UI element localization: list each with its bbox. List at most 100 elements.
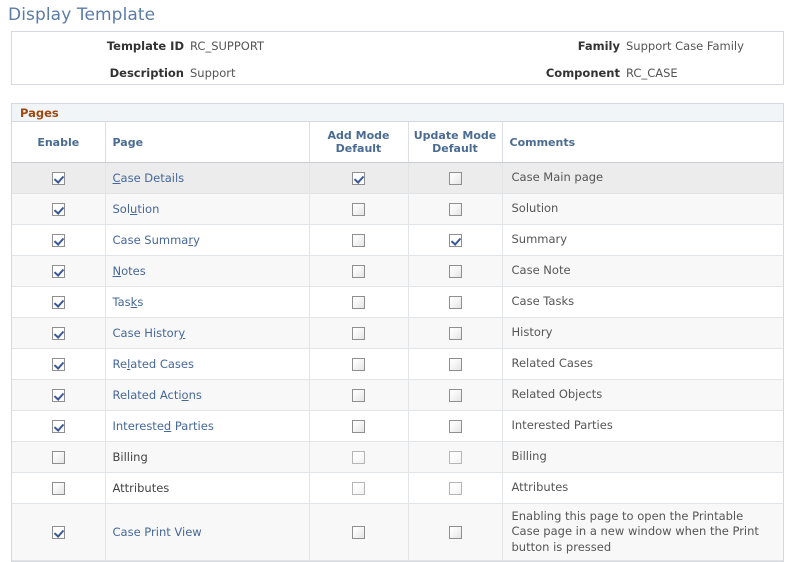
comment-text: Summary — [504, 228, 783, 251]
cell-update-mode-default — [408, 411, 502, 442]
template-id-value: RC_SUPPORT — [190, 32, 480, 59]
enable-checkbox[interactable] — [52, 420, 65, 433]
cell-add-mode-default — [309, 287, 408, 318]
cell-comment: Enabling this page to open the Printable… — [502, 504, 783, 561]
cell-comment: Solution — [502, 194, 783, 225]
cell-enable — [12, 411, 105, 442]
cell-update-mode-default — [408, 256, 502, 287]
update-mode-default-checkbox[interactable] — [449, 265, 462, 278]
page-link[interactable]: Related Actions — [113, 388, 202, 402]
add-mode-default-checkbox[interactable] — [352, 234, 365, 247]
cell-update-mode-default — [408, 163, 502, 194]
enable-checkbox[interactable] — [52, 451, 65, 464]
cell-add-mode-default — [309, 380, 408, 411]
comment-text: Billing — [504, 445, 783, 468]
update-mode-default-checkbox[interactable] — [449, 296, 462, 309]
table-row: NotesCase Note — [12, 256, 783, 287]
enable-checkbox[interactable] — [52, 296, 65, 309]
page-label: Attributes — [113, 481, 170, 495]
cell-page: Notes — [105, 256, 309, 287]
page-link[interactable]: Case Summary — [113, 233, 200, 247]
page-link[interactable]: Case Print View — [113, 525, 202, 539]
add-mode-default-checkbox[interactable] — [352, 526, 365, 539]
cell-comment: Summary — [502, 225, 783, 256]
cell-add-mode-default — [309, 349, 408, 380]
cell-update-mode-default — [408, 194, 502, 225]
column-header-comments: Comments — [502, 122, 783, 163]
info-row-2: Description Support Component RC_CASE — [12, 59, 783, 86]
cell-enable — [12, 473, 105, 504]
cell-update-mode-default — [408, 225, 502, 256]
enable-checkbox[interactable] — [52, 482, 65, 495]
enable-checkbox[interactable] — [52, 358, 65, 371]
template-info-panel: Template ID RC_SUPPORT Family Support Ca… — [11, 31, 784, 85]
enable-checkbox[interactable] — [52, 389, 65, 402]
page-link[interactable]: Case History — [113, 326, 186, 340]
page-link[interactable]: Case Details — [113, 171, 185, 185]
enable-checkbox[interactable] — [52, 526, 65, 539]
cell-add-mode-default — [309, 442, 408, 473]
comment-text: Related Cases — [504, 352, 783, 375]
table-row: Case Summary Summary — [12, 225, 783, 256]
add-mode-default-checkbox[interactable] — [352, 203, 365, 216]
cell-add-mode-default — [309, 473, 408, 504]
update-mode-default-checkbox[interactable] — [449, 389, 462, 402]
comment-text: Case Tasks — [504, 290, 783, 313]
add-mode-default-checkbox[interactable] — [352, 327, 365, 340]
table-row: Tasks Case Tasks — [12, 287, 783, 318]
update-mode-default-checkbox[interactable] — [449, 420, 462, 433]
comment-text: Related Objects — [504, 383, 783, 406]
info-row-1: Template ID RC_SUPPORT Family Support Ca… — [12, 32, 783, 59]
add-mode-default-checkbox[interactable] — [352, 389, 365, 402]
cell-page: Tasks — [105, 287, 309, 318]
add-mode-line2: Default — [336, 142, 382, 155]
update-mode-default-checkbox[interactable] — [449, 358, 462, 371]
add-mode-default-checkbox[interactable] — [352, 172, 365, 185]
update-mode-default-checkbox[interactable] — [449, 203, 462, 216]
enable-checkbox[interactable] — [52, 265, 65, 278]
enable-checkbox[interactable] — [52, 327, 65, 340]
update-mode-default-checkbox — [449, 451, 462, 464]
update-mode-default-checkbox[interactable] — [449, 234, 462, 247]
cell-add-mode-default — [309, 504, 408, 561]
cell-comment: Interested Parties — [502, 411, 783, 442]
table-row: Case Print View Enabling this page to ope… — [12, 504, 783, 561]
enable-checkbox[interactable] — [52, 172, 65, 185]
table-row: Related Cases Related Cases — [12, 349, 783, 380]
component-label: Component — [480, 59, 626, 86]
template-id-label: Template ID — [12, 32, 190, 59]
cell-page: Case History — [105, 318, 309, 349]
add-mode-default-checkbox[interactable] — [352, 358, 365, 371]
cell-comment: Case Tasks — [502, 287, 783, 318]
comment-text: Enabling this page to open the Printable… — [504, 505, 783, 559]
update-mode-default-checkbox[interactable] — [449, 327, 462, 340]
enable-checkbox[interactable] — [52, 234, 65, 247]
column-header-enable: Enable — [12, 122, 105, 163]
page-title: Display Template — [0, 0, 795, 31]
cell-add-mode-default — [309, 318, 408, 349]
add-mode-default-checkbox[interactable] — [352, 265, 365, 278]
update-mode-default-checkbox[interactable] — [449, 172, 462, 185]
table-row: Attributes Attributes — [12, 473, 783, 504]
page-link[interactable]: Tasks — [113, 295, 144, 309]
page-link[interactable]: Related Cases — [113, 357, 195, 371]
cell-enable — [12, 442, 105, 473]
page-link[interactable]: Solution — [113, 202, 160, 216]
cell-enable — [12, 194, 105, 225]
enable-checkbox[interactable] — [52, 203, 65, 216]
table-row: Interested Parties Interested Parties — [12, 411, 783, 442]
cell-enable — [12, 287, 105, 318]
description-value: Support — [190, 59, 480, 86]
cell-comment: Attributes — [502, 473, 783, 504]
cell-add-mode-default — [309, 256, 408, 287]
cell-enable — [12, 504, 105, 561]
page-link[interactable]: Interested Parties — [113, 419, 214, 433]
add-mode-default-checkbox[interactable] — [352, 420, 365, 433]
update-mode-default-checkbox[interactable] — [449, 526, 462, 539]
cell-comment: Billing — [502, 442, 783, 473]
page-link[interactable]: Notes — [113, 264, 146, 278]
cell-page: Interested Parties — [105, 411, 309, 442]
add-mode-default-checkbox[interactable] — [352, 296, 365, 309]
column-header-update-mode-default: Update Mode Default — [408, 122, 502, 163]
cell-comment: Related Cases — [502, 349, 783, 380]
